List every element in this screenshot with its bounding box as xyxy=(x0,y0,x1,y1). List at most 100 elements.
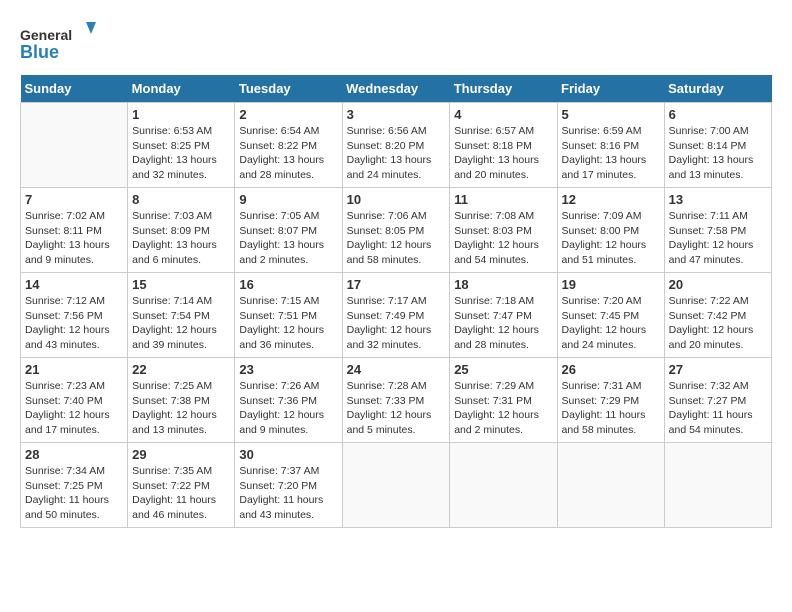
calendar-cell: 19Sunrise: 7:20 AMSunset: 7:45 PMDayligh… xyxy=(557,273,664,358)
calendar-cell: 7 Sunrise: 7:02 AMSunset: 8:11 PMDaylight… xyxy=(21,188,128,273)
logo-svg: General Blue xyxy=(20,20,100,65)
calendar-cell: 10 Sunrise: 7:06 AMSunset: 8:05 PMDayligh… xyxy=(342,188,450,273)
day-info: Sunrise: 7:03 AMSunset: 8:09 PMDaylight:… xyxy=(132,209,230,268)
col-header-wednesday: Wednesday xyxy=(342,75,450,103)
day-info: Sunrise: 7:28 AMSunset: 7:33 PMDaylight:… xyxy=(347,379,446,438)
col-header-saturday: Saturday xyxy=(664,75,771,103)
day-info: Sunrise: 7:25 AMSunset: 7:38 PMDaylight:… xyxy=(132,379,230,438)
day-number: 6 xyxy=(669,107,767,122)
calendar-cell xyxy=(664,443,771,528)
day-info: Sunrise: 7:26 AMSunset: 7:36 PMDaylight:… xyxy=(239,379,337,438)
col-header-sunday: Sunday xyxy=(21,75,128,103)
day-info: Sunrise: 7:05 AMSunset: 8:07 PMDaylight:… xyxy=(239,209,337,268)
day-number: 18 xyxy=(454,277,552,292)
calendar-cell: 16Sunrise: 7:15 AMSunset: 7:51 PMDayligh… xyxy=(235,273,342,358)
calendar-cell: 9 Sunrise: 7:05 AMSunset: 8:07 PMDaylight… xyxy=(235,188,342,273)
day-number: 22 xyxy=(132,362,230,377)
calendar-cell: 30Sunrise: 7:37 AMSunset: 7:20 PMDayligh… xyxy=(235,443,342,528)
day-number: 27 xyxy=(669,362,767,377)
calendar-cell: 20 Sunrise: 7:22 AMSunset: 7:42 PMDayligh… xyxy=(664,273,771,358)
day-info: Sunrise: 6:59 AMSunset: 8:16 PMDaylight:… xyxy=(562,124,660,183)
day-number: 20 xyxy=(669,277,767,292)
day-info: Sunrise: 7:29 AMSunset: 7:31 PMDaylight:… xyxy=(454,379,552,438)
day-info: Sunrise: 7:00 AMSunset: 8:14 PMDaylight:… xyxy=(669,124,767,183)
day-info: Sunrise: 6:56 AMSunset: 8:20 PMDaylight:… xyxy=(347,124,446,183)
day-number: 29 xyxy=(132,447,230,462)
col-header-monday: Monday xyxy=(128,75,235,103)
day-info: Sunrise: 7:37 AMSunset: 7:20 PMDaylight:… xyxy=(239,464,337,523)
day-number: 24 xyxy=(347,362,446,377)
calendar-cell: 11 Sunrise: 7:08 AMSunset: 8:03 PMDayligh… xyxy=(450,188,557,273)
day-number: 5 xyxy=(562,107,660,122)
day-number: 19 xyxy=(562,277,660,292)
calendar-cell: 17 Sunrise: 7:17 AMSunset: 7:49 PMDayligh… xyxy=(342,273,450,358)
calendar-cell xyxy=(342,443,450,528)
calendar-cell: 25 Sunrise: 7:29 AMSunset: 7:31 PMDayligh… xyxy=(450,358,557,443)
day-number: 14 xyxy=(25,277,123,292)
day-info: Sunrise: 7:11 AMSunset: 7:58 PMDaylight:… xyxy=(669,209,767,268)
day-number: 16 xyxy=(239,277,337,292)
day-info: Sunrise: 7:31 AMSunset: 7:29 PMDaylight:… xyxy=(562,379,660,438)
week-row-2: 7 Sunrise: 7:02 AMSunset: 8:11 PMDaylight… xyxy=(21,188,772,273)
calendar-cell: 13 Sunrise: 7:11 AMSunset: 7:58 PMDayligh… xyxy=(664,188,771,273)
calendar-cell: 18 Sunrise: 7:18 AMSunset: 7:47 PMDayligh… xyxy=(450,273,557,358)
day-number: 17 xyxy=(347,277,446,292)
day-info: Sunrise: 6:54 AMSunset: 8:22 PMDaylight:… xyxy=(239,124,337,183)
page-header: General Blue xyxy=(20,20,772,65)
calendar-cell: 23 Sunrise: 7:26 AMSunset: 7:36 PMDayligh… xyxy=(235,358,342,443)
day-number: 28 xyxy=(25,447,123,462)
day-info: Sunrise: 7:34 AMSunset: 7:25 PMDaylight:… xyxy=(25,464,123,523)
day-info: Sunrise: 7:22 AMSunset: 7:42 PMDaylight:… xyxy=(669,294,767,353)
calendar-cell xyxy=(450,443,557,528)
day-info: Sunrise: 7:06 AMSunset: 8:05 PMDaylight:… xyxy=(347,209,446,268)
day-number: 10 xyxy=(347,192,446,207)
day-number: 8 xyxy=(132,192,230,207)
logo: General Blue xyxy=(20,20,100,65)
calendar-cell: 26Sunrise: 7:31 AMSunset: 7:29 PMDayligh… xyxy=(557,358,664,443)
day-info: Sunrise: 7:23 AMSunset: 7:40 PMDaylight:… xyxy=(25,379,123,438)
week-row-4: 21Sunrise: 7:23 AMSunset: 7:40 PMDayligh… xyxy=(21,358,772,443)
day-number: 13 xyxy=(669,192,767,207)
col-header-tuesday: Tuesday xyxy=(235,75,342,103)
calendar-cell: 4 Sunrise: 6:57 AMSunset: 8:18 PMDaylight… xyxy=(450,103,557,188)
day-number: 7 xyxy=(25,192,123,207)
day-number: 3 xyxy=(347,107,446,122)
calendar-table: SundayMondayTuesdayWednesdayThursdayFrid… xyxy=(20,75,772,528)
calendar-cell: 3 Sunrise: 6:56 AMSunset: 8:20 PMDaylight… xyxy=(342,103,450,188)
day-info: Sunrise: 7:14 AMSunset: 7:54 PMDaylight:… xyxy=(132,294,230,353)
day-info: Sunrise: 7:02 AMSunset: 8:11 PMDaylight:… xyxy=(25,209,123,268)
day-info: Sunrise: 7:12 AMSunset: 7:56 PMDaylight:… xyxy=(25,294,123,353)
day-number: 25 xyxy=(454,362,552,377)
day-info: Sunrise: 7:09 AMSunset: 8:00 PMDaylight:… xyxy=(562,209,660,268)
calendar-cell: 21Sunrise: 7:23 AMSunset: 7:40 PMDayligh… xyxy=(21,358,128,443)
calendar-cell: 22 Sunrise: 7:25 AMSunset: 7:38 PMDayligh… xyxy=(128,358,235,443)
day-number: 1 xyxy=(132,107,230,122)
calendar-cell: 1 Sunrise: 6:53 AMSunset: 8:25 PMDaylight… xyxy=(128,103,235,188)
calendar-cell xyxy=(21,103,128,188)
day-info: Sunrise: 7:35 AMSunset: 7:22 PMDaylight:… xyxy=(132,464,230,523)
calendar-cell: 24 Sunrise: 7:28 AMSunset: 7:33 PMDayligh… xyxy=(342,358,450,443)
week-row-5: 28 Sunrise: 7:34 AMSunset: 7:25 PMDayligh… xyxy=(21,443,772,528)
calendar-cell: 5 Sunrise: 6:59 AMSunset: 8:16 PMDaylight… xyxy=(557,103,664,188)
svg-text:Blue: Blue xyxy=(20,42,59,62)
day-number: 23 xyxy=(239,362,337,377)
day-number: 4 xyxy=(454,107,552,122)
day-info: Sunrise: 7:18 AMSunset: 7:47 PMDaylight:… xyxy=(454,294,552,353)
day-number: 11 xyxy=(454,192,552,207)
calendar-cell: 28 Sunrise: 7:34 AMSunset: 7:25 PMDayligh… xyxy=(21,443,128,528)
day-info: Sunrise: 6:57 AMSunset: 8:18 PMDaylight:… xyxy=(454,124,552,183)
col-header-friday: Friday xyxy=(557,75,664,103)
calendar-cell: 15Sunrise: 7:14 AMSunset: 7:54 PMDayligh… xyxy=(128,273,235,358)
day-number: 2 xyxy=(239,107,337,122)
calendar-cell: 14 Sunrise: 7:12 AMSunset: 7:56 PMDayligh… xyxy=(21,273,128,358)
calendar-header-row: SundayMondayTuesdayWednesdayThursdayFrid… xyxy=(21,75,772,103)
calendar-cell xyxy=(557,443,664,528)
day-info: Sunrise: 7:17 AMSunset: 7:49 PMDaylight:… xyxy=(347,294,446,353)
day-info: Sunrise: 7:08 AMSunset: 8:03 PMDaylight:… xyxy=(454,209,552,268)
day-number: 9 xyxy=(239,192,337,207)
calendar-cell: 27Sunrise: 7:32 AMSunset: 7:27 PMDayligh… xyxy=(664,358,771,443)
day-number: 12 xyxy=(562,192,660,207)
day-info: Sunrise: 6:53 AMSunset: 8:25 PMDaylight:… xyxy=(132,124,230,183)
calendar-cell: 2 Sunrise: 6:54 AMSunset: 8:22 PMDaylight… xyxy=(235,103,342,188)
week-row-3: 14 Sunrise: 7:12 AMSunset: 7:56 PMDayligh… xyxy=(21,273,772,358)
